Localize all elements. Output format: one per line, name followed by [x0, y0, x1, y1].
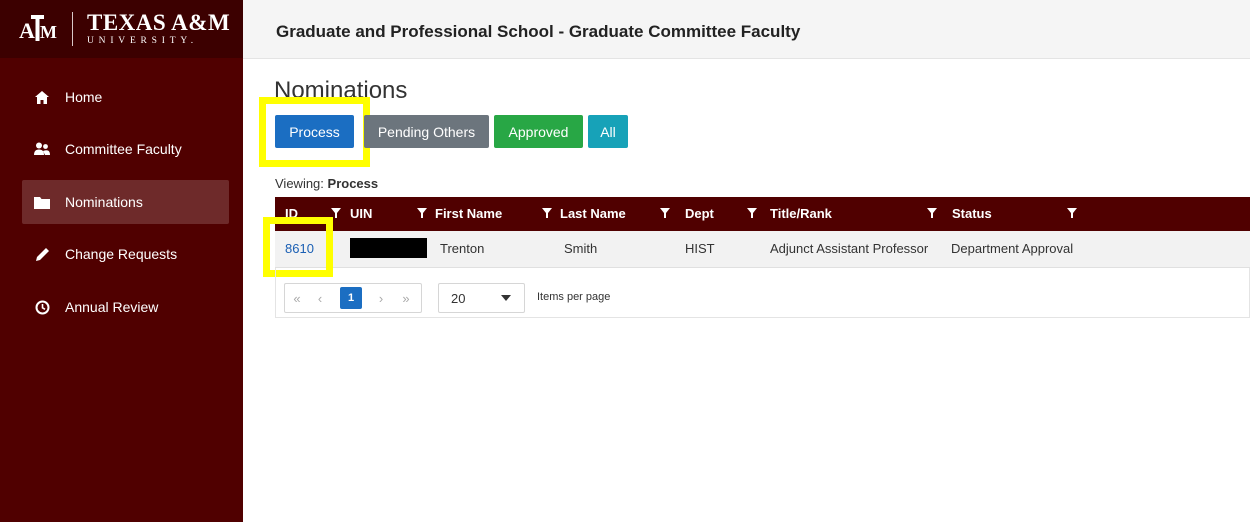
sidebar-item-label: Annual Review	[65, 299, 159, 315]
pencil-icon	[34, 246, 50, 262]
column-header-uin[interactable]: UIN	[350, 206, 372, 221]
page-1-button[interactable]: 1	[340, 287, 362, 309]
filter-icon[interactable]	[660, 207, 670, 219]
page-size-select[interactable]: 20	[438, 283, 525, 313]
users-icon	[34, 141, 50, 157]
filter-icon[interactable]	[1067, 207, 1077, 219]
svg-text:M: M	[40, 22, 57, 42]
sidebar-item-change-requests[interactable]: Change Requests	[22, 232, 229, 276]
logo-sub: UNIVERSITY.	[87, 35, 198, 46]
filter-icon[interactable]	[927, 207, 937, 219]
filter-process-button[interactable]: Process	[275, 115, 354, 148]
svg-text:A: A	[19, 18, 35, 43]
clock-icon	[34, 299, 50, 315]
atm-logo-icon: A M	[18, 12, 58, 46]
cell-title-rank: Adjunct Assistant Professor	[770, 241, 929, 256]
home-icon	[34, 89, 50, 105]
logo-wordmark: TEXAS A&M UNIVERSITY.	[87, 9, 231, 47]
filter-icon[interactable]	[542, 207, 552, 219]
university-logo[interactable]: A M TEXAS A&M UNIVERSITY.	[0, 0, 243, 58]
page-size-value: 20	[451, 291, 466, 306]
chevron-down-icon	[501, 295, 511, 301]
uin-redacted	[350, 238, 427, 258]
cell-last-name: Smith	[564, 241, 598, 256]
folder-icon	[34, 194, 50, 210]
app-title: Graduate and Professional School - Gradu…	[276, 22, 801, 41]
prev-page-button[interactable]: ‹	[309, 283, 331, 313]
sidebar-item-label: Change Requests	[65, 246, 178, 262]
column-header-last-name[interactable]: Last Name	[560, 206, 626, 221]
column-header-dept[interactable]: Dept	[685, 206, 714, 221]
viewing-value: Process	[327, 176, 379, 191]
viewing-label: Viewing:	[275, 176, 324, 191]
sidebar-item-committee-faculty[interactable]: Committee Faculty	[22, 127, 229, 171]
sidebar-item-nominations[interactable]: Nominations	[22, 180, 229, 224]
table-header: ID UIN First Name Last Name Dept Title/R…	[275, 197, 1250, 231]
filter-icon[interactable]	[417, 207, 427, 219]
logo-divider	[72, 12, 73, 46]
cell-status: Department Approval	[951, 241, 1074, 256]
sidebar-item-label: Nominations	[65, 194, 143, 210]
last-page-button[interactable]: »	[395, 283, 417, 313]
next-page-button[interactable]: ›	[370, 283, 392, 313]
top-header: Graduate and Professional School - Gradu…	[243, 0, 1250, 59]
first-page-button[interactable]: «	[286, 283, 308, 313]
cell-dept: HIST	[685, 241, 715, 256]
filter-pending-others-button[interactable]: Pending Others	[364, 115, 489, 148]
filter-all-button[interactable]: All	[588, 115, 628, 148]
sidebar-item-annual-review[interactable]: Annual Review	[22, 285, 229, 329]
cell-first-name: Trenton	[440, 241, 485, 256]
viewing-status: Viewing: Process	[275, 176, 378, 191]
column-header-title-rank[interactable]: Title/Rank	[770, 206, 832, 221]
column-header-status[interactable]: Status	[952, 206, 992, 221]
filter-approved-button[interactable]: Approved	[494, 115, 583, 148]
sidebar-item-home[interactable]: Home	[22, 75, 229, 119]
items-per-page-label: Items per page	[537, 291, 611, 303]
sidebar-item-label: Home	[65, 89, 103, 105]
column-header-first-name[interactable]: First Name	[435, 206, 502, 221]
logo-name: TEXAS A&M	[87, 9, 231, 35]
filter-icon[interactable]	[747, 207, 757, 219]
sidebar-item-label: Committee Faculty	[65, 141, 182, 157]
table-row: 8610 Trenton Smith HIST Adjunct Assistan…	[275, 231, 1250, 268]
sidebar: A M TEXAS A&M UNIVERSITY. Home Committee…	[0, 0, 243, 522]
